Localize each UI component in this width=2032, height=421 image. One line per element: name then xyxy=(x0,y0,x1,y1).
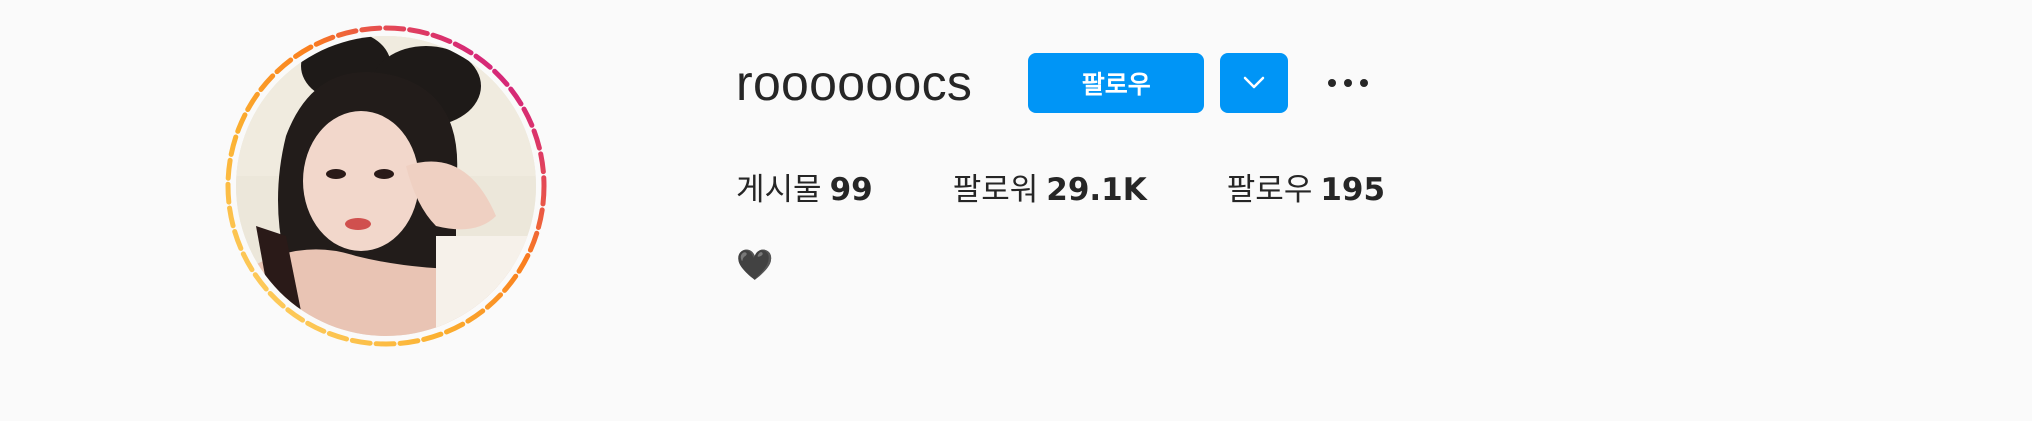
stat-value: 29.1K xyxy=(1046,171,1147,208)
stat-label: 게시물 xyxy=(736,171,822,208)
stat-posts: 게시물 99 xyxy=(736,164,873,209)
more-options-icon xyxy=(1328,79,1369,87)
avatar-image xyxy=(236,36,536,336)
follow-dropdown-button[interactable] xyxy=(1220,53,1289,113)
stat-label: 팔로우 xyxy=(1226,171,1313,208)
profile-stats: 게시물 99 팔로워 29.1K 팔로우 195 xyxy=(736,164,1465,209)
stat-label: 팔로워 xyxy=(952,171,1039,208)
profile-bio: 🖤 xyxy=(736,248,774,283)
more-options-button[interactable] xyxy=(1324,59,1372,107)
profile-header: roooooocs 팔로우 게시물 99 팔로워 29.1K 팔로우 195 🖤 xyxy=(0,0,2032,421)
stat-value: 99 xyxy=(829,171,873,208)
profile-avatar[interactable] xyxy=(220,20,552,352)
chevron-down-icon xyxy=(1243,76,1265,89)
username: roooooocs xyxy=(736,55,973,111)
stat-followers[interactable]: 팔로워 29.1K xyxy=(953,164,1147,209)
stat-value: 195 xyxy=(1320,171,1386,208)
stat-following[interactable]: 팔로우 195 xyxy=(1227,164,1385,209)
profile-info: roooooocs 팔로우 게시물 99 팔로워 29.1K 팔로우 195 🖤 xyxy=(736,52,1465,286)
follow-button[interactable]: 팔로우 xyxy=(1028,53,1205,113)
profile-top-row: roooooocs 팔로우 xyxy=(736,52,1465,114)
